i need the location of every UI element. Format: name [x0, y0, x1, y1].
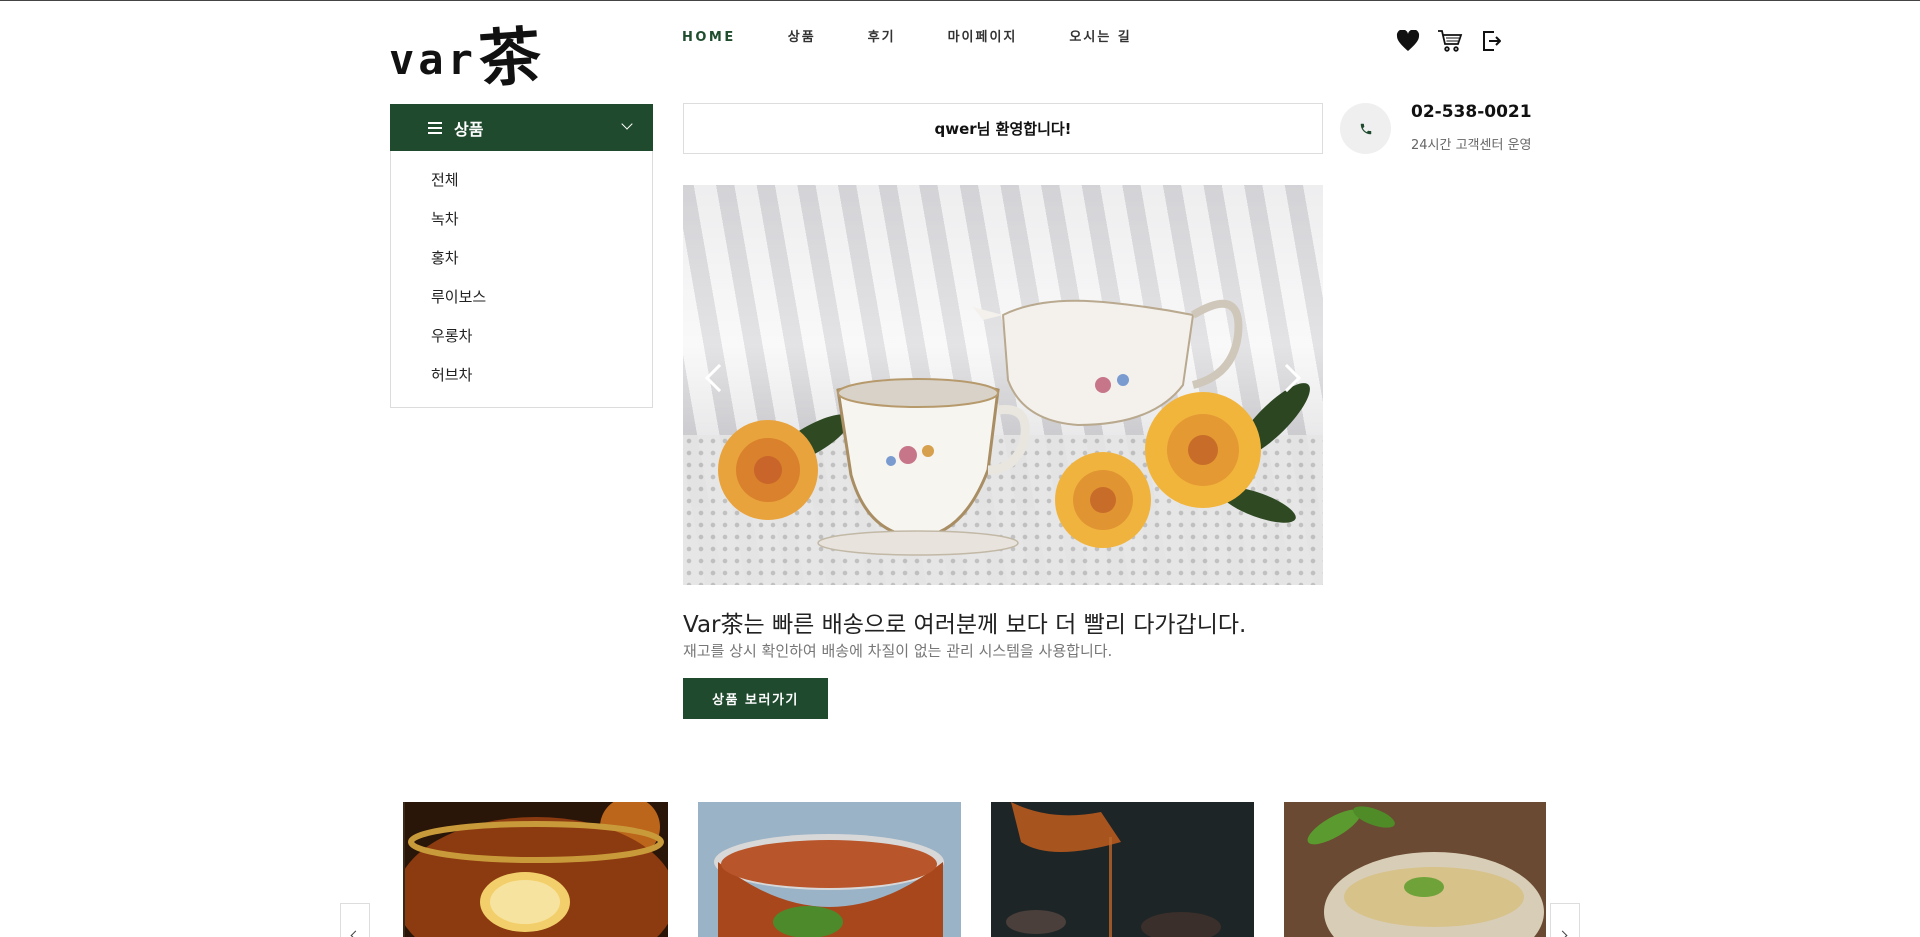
header-icons [1394, 27, 1506, 55]
product-card[interactable] [1284, 802, 1546, 937]
product-image-mint-tea [1284, 802, 1546, 937]
product-card[interactable] [374, 802, 407, 937]
nav-directions[interactable]: 오시는 길 [1069, 29, 1131, 47]
nav-reviews[interactable]: 후기 [868, 29, 896, 47]
phone-note: 24시간 고객센터 운영 [1411, 138, 1532, 153]
category-item-rooibos[interactable]: 루이보스 [391, 280, 652, 319]
main-nav: HOME 상품 후기 마이페이지 오시는 길 [682, 29, 1184, 47]
nav-mypage[interactable]: 마이페이지 [948, 29, 1018, 47]
nav-products[interactable]: 상품 [788, 29, 816, 47]
welcome-box: qwer님 환영합니다! [683, 103, 1323, 154]
site-logo[interactable]: var 茶 [389, 18, 544, 97]
product-card[interactable] [991, 802, 1254, 937]
carousel-next-button[interactable] [1550, 903, 1580, 937]
hero-image-teacups [718, 299, 1310, 556]
phone-number: 02-538-0021 [1411, 102, 1532, 122]
logo-han-character: 茶 [476, 18, 544, 97]
product-card[interactable] [405, 802, 668, 937]
category-item-green-tea[interactable]: 녹차 [391, 202, 652, 241]
product-image-teapot-pour [991, 802, 1254, 937]
product-image-red-tea [698, 802, 961, 937]
product-image-lemon-tea [405, 802, 668, 937]
hero-subtitle: 재고를 상시 확인하여 배송에 차질이 없는 관리 시스템을 사용합니다. [683, 642, 1113, 660]
category-item-all[interactable]: 전체 [391, 163, 652, 202]
menu-icon [428, 121, 442, 134]
chevron-down-icon [621, 118, 633, 130]
logo-text: var [389, 35, 477, 84]
hero-slider [683, 185, 1323, 585]
cart-icon[interactable] [1436, 27, 1464, 55]
welcome-text: qwer님 환영합니다! [934, 120, 1072, 138]
heart-icon[interactable] [1394, 27, 1422, 55]
hero-title: Var茶는 빠른 배송으로 여러분께 보다 더 빨리 다가갑니다. [683, 612, 1247, 638]
nav-home[interactable]: HOME [682, 29, 736, 47]
category-header[interactable]: 상품 [390, 104, 653, 151]
view-products-button[interactable]: 상품 보러가기 [683, 678, 828, 719]
category-item-herb-tea[interactable]: 허브차 [391, 358, 652, 397]
category-item-black-tea[interactable]: 홍차 [391, 241, 652, 280]
category-title: 상품 [454, 119, 484, 139]
logout-icon[interactable] [1478, 27, 1506, 55]
product-carousel [374, 802, 1546, 937]
carousel-prev-button[interactable] [340, 903, 370, 937]
category-item-oolong[interactable]: 우롱차 [391, 319, 652, 358]
phone-icon [1340, 103, 1391, 154]
product-card[interactable] [698, 802, 961, 937]
category-list: 전체 녹차 홍차 루이보스 우롱차 허브차 [390, 151, 653, 408]
